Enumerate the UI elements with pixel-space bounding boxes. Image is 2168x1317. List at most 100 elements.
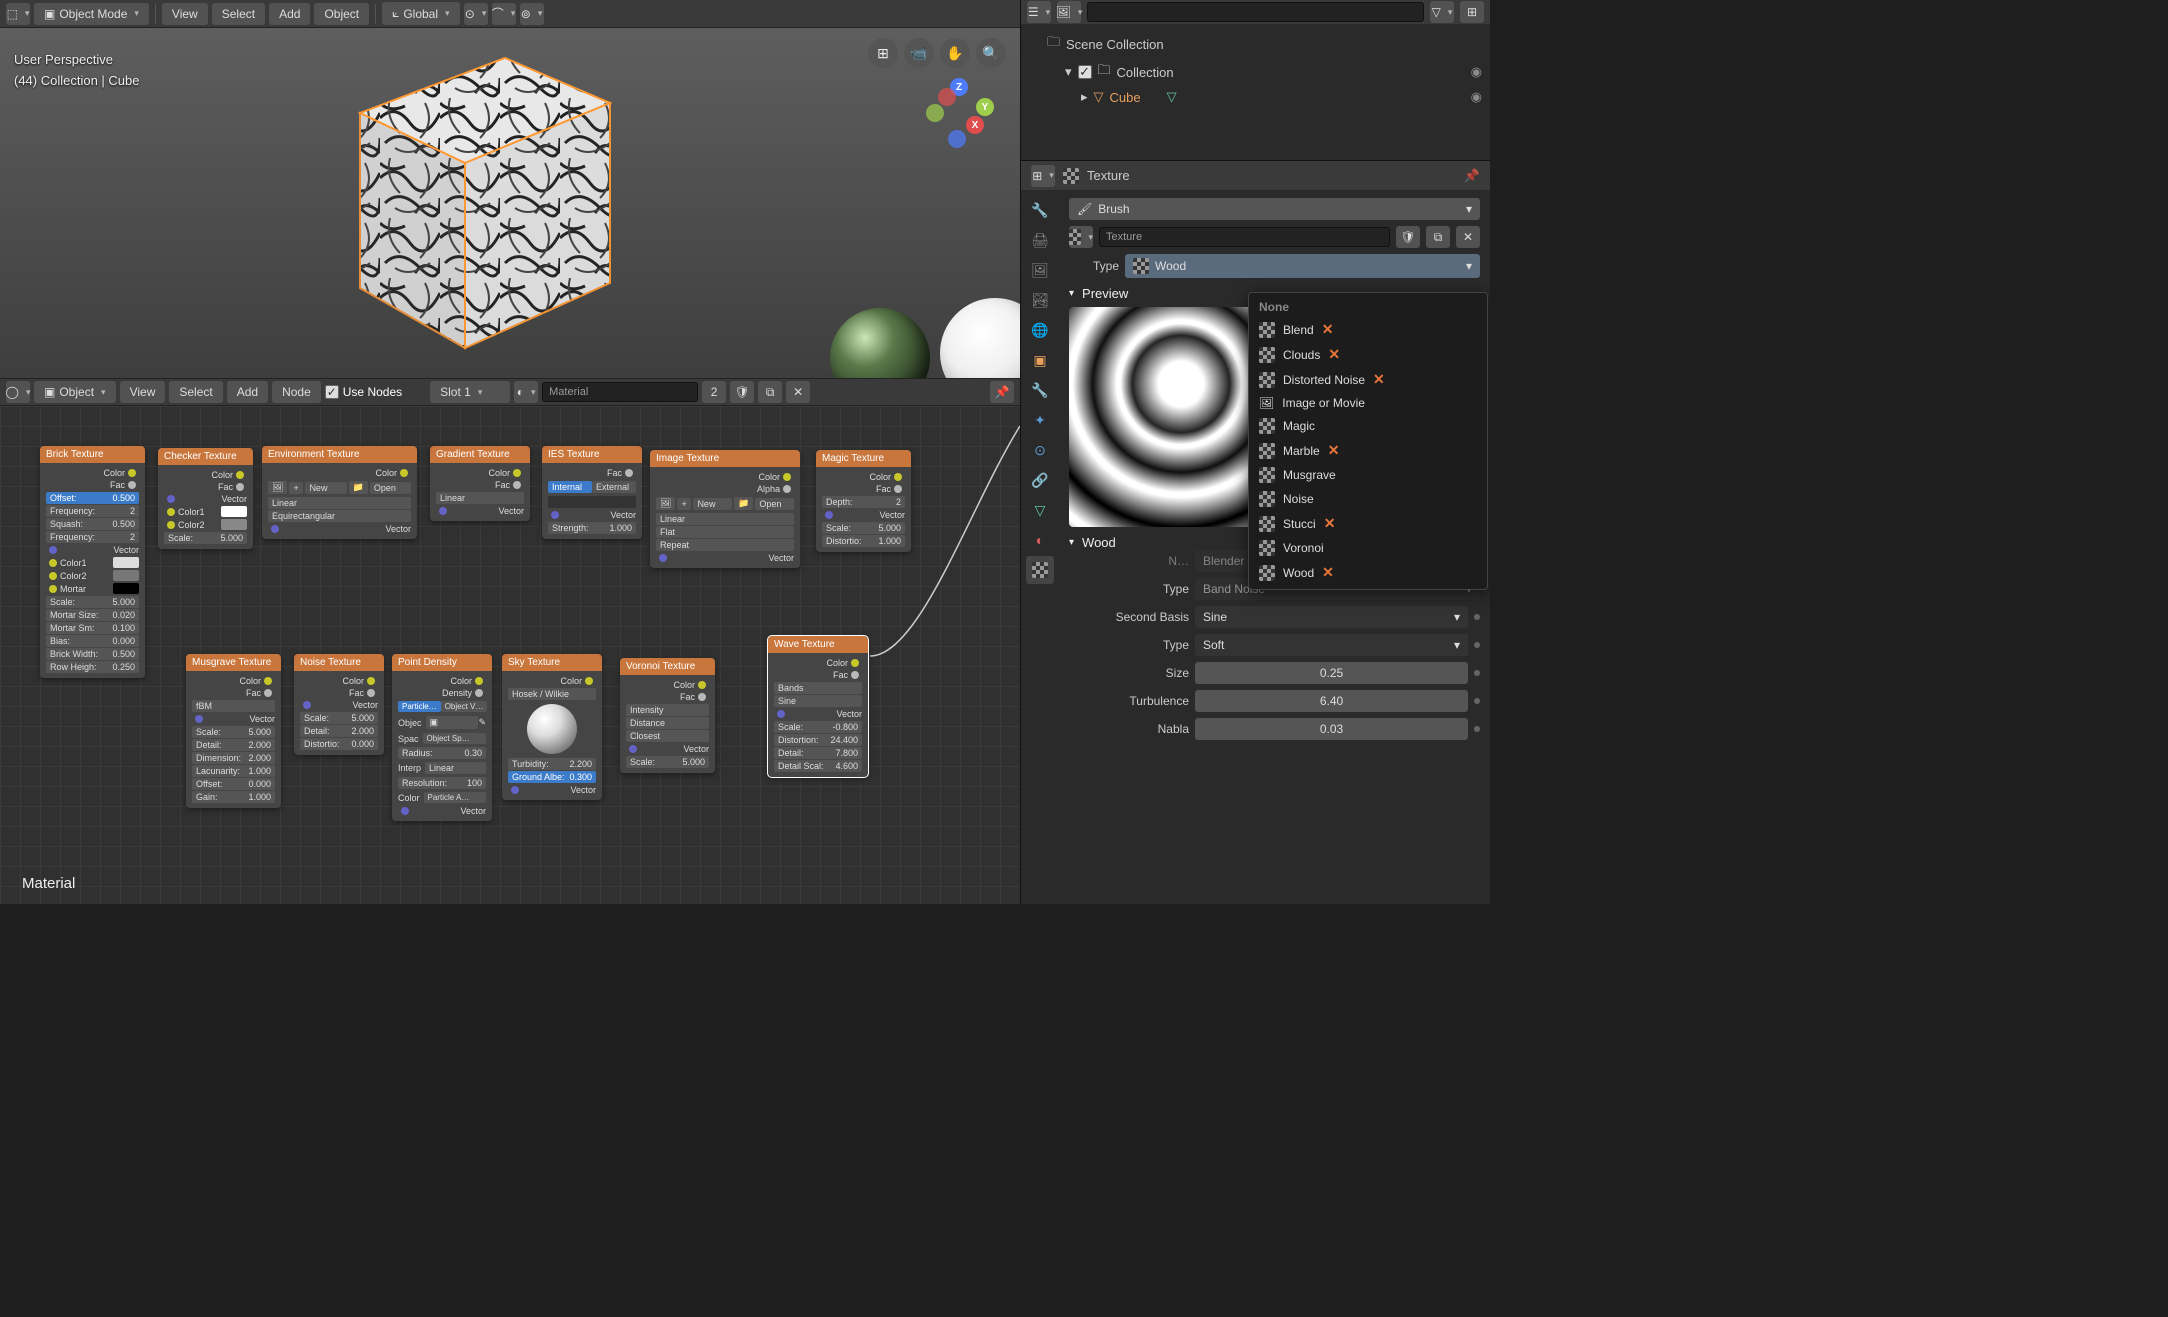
menu-object[interactable]: Object [314,3,369,25]
menu-musgrave[interactable]: Musgrave [1249,463,1487,487]
node-musgrave-texture[interactable]: Musgrave Texture Color Fac fBM Vector Sc… [186,654,281,808]
pan-icon[interactable]: ✋ [940,38,970,68]
menu-wood[interactable]: Wood✕ [1249,560,1487,585]
menu-blend[interactable]: Blend✕ [1249,317,1487,342]
second-basis-select[interactable]: Sine▾ [1195,606,1468,628]
turbulence-input[interactable]: 6.40 [1195,690,1468,712]
tab-physics[interactable]: ⊙ [1026,436,1054,464]
viewport-3d[interactable]: User Perspective (44) Collection | Cube … [0,28,1020,378]
editor-type-menu[interactable]: ◯ [6,381,30,403]
menu-clouds[interactable]: Clouds✕ [1249,342,1487,367]
camera-icon[interactable]: 📹 [904,38,934,68]
neg-y-axis[interactable] [926,104,944,122]
material-name-input[interactable] [542,382,698,402]
tree-scene-collection[interactable]: 🗀 Scene Collection [1029,30,1482,58]
menu-voronoi[interactable]: Voronoi [1249,536,1487,560]
output-socket[interactable] [128,481,136,489]
chevron-right-icon[interactable]: ▸ [1081,89,1088,105]
node-noise-texture[interactable]: Noise Texture Color Fac Vector Scale:5.0… [294,654,384,755]
node-mode[interactable]: ▣ Object [34,381,116,403]
display-mode[interactable]: 🖼 [1057,1,1081,23]
axis-gizmo[interactable]: Z Y X [924,78,994,148]
menu-node[interactable]: Node [272,381,321,403]
neg-z-axis[interactable] [948,130,966,148]
duplicate-icon[interactable]: ⧉ [1426,226,1450,248]
output-socket[interactable] [128,469,136,477]
chevron-down-icon[interactable]: ▾ [1065,64,1072,80]
type-select[interactable]: Wood ▾ [1125,254,1480,278]
node-magic-texture[interactable]: Magic Texture Color Fac Depth:2 Vector S… [816,450,911,552]
node-environment-texture[interactable]: Environment Texture Color 🖼+New📁Open Lin… [262,446,417,539]
menu-distorted-noise[interactable]: Distorted Noise✕ [1249,367,1487,392]
use-nodes-checkbox[interactable]: ✓ [325,385,339,399]
shield-icon[interactable]: 🛡 [1396,226,1420,248]
tab-world[interactable]: 🌐 [1026,316,1054,344]
editor-type[interactable]: ⊞ [1031,165,1055,187]
zoom-icon[interactable]: 🔍 [976,38,1006,68]
node-wave-texture[interactable]: Wave Texture Color Fac Bands Sine Vector… [768,636,868,777]
node-voronoi-texture[interactable]: Voronoi Texture Color Fac Intensity Dist… [620,658,715,773]
tab-constraints[interactable]: 🔗 [1026,466,1054,494]
menu-none[interactable]: None [1249,297,1487,317]
pin-icon[interactable]: 📌 [1464,168,1480,184]
menu-magic[interactable]: Magic [1249,414,1487,438]
collection-checkbox[interactable]: ✓ [1078,65,1092,79]
x-axis[interactable]: X [966,116,984,134]
menu-select[interactable]: Select [212,3,265,25]
slot-select[interactable]: Slot 1 [430,381,510,403]
node-brick-texture[interactable]: Brick Texture Color Fac Offset:0.500 Fre… [40,446,145,678]
unlink-icon[interactable]: ✕ [786,381,810,403]
node-image-texture[interactable]: Image Texture Color Alpha 🖼+New📁Open Lin… [650,450,800,568]
tree-cube[interactable]: ▸ ▽ Cube ▽ ◉ [1029,86,1482,108]
texture-browser[interactable] [1069,226,1093,248]
menu-view[interactable]: View [120,381,166,403]
pin-icon[interactable]: 📌 [990,381,1014,403]
sky-preview-sphere[interactable] [527,704,577,754]
tab-render[interactable]: 🔧 [1026,196,1054,224]
tab-scene[interactable]: 🏞 [1026,286,1054,314]
menu-add[interactable]: Add [269,3,310,25]
cube-object[interactable] [320,38,630,358]
input-socket[interactable] [49,559,57,567]
editor-type-menu[interactable]: ⬚ [6,3,30,25]
orientation-select[interactable]: ⟀ Global [382,2,459,25]
node-sky-texture[interactable]: Sky Texture Color Hosek / Wilkie Turbidi… [502,654,602,800]
input-socket[interactable] [49,546,57,554]
basis-type-select[interactable]: Soft▾ [1195,634,1468,656]
texture-name-input[interactable] [1099,227,1390,247]
input-socket[interactable] [49,585,57,593]
camera-view-icon[interactable]: ⊞ [868,38,898,68]
menu-view[interactable]: View [162,3,208,25]
tab-texture[interactable] [1026,556,1054,584]
tab-data[interactable]: ▽ [1026,496,1054,524]
snap-toggle[interactable]: ⌒ [492,3,516,25]
tab-modifier[interactable]: 🔧 [1026,376,1054,404]
input-socket[interactable] [49,572,57,580]
material-browser[interactable]: ◐ [514,381,538,403]
node-checker-texture[interactable]: Checker Texture Color Fac Vector Color1 … [158,448,253,549]
brush-field[interactable]: 🖌 Brush ▾ [1069,198,1480,220]
proportional-edit[interactable]: ⊚ [520,3,544,25]
shield-icon[interactable]: 🛡 [730,381,754,403]
tab-particles[interactable]: ✦ [1026,406,1054,434]
y-axis[interactable]: Y [976,98,994,116]
visibility-icon[interactable]: ◉ [1471,64,1482,80]
menu-add[interactable]: Add [227,381,268,403]
duplicate-icon[interactable]: ⧉ [758,381,782,403]
node-ies-texture[interactable]: IES Texture Fac InternalExternal Vector … [542,446,642,539]
tab-object[interactable]: ▣ [1026,346,1054,374]
menu-marble[interactable]: Marble✕ [1249,438,1487,463]
mode-select[interactable]: ▣ Object Mode [34,3,149,25]
new-collection-icon[interactable]: ⊞ [1460,1,1484,23]
filter-icon[interactable]: ▽ [1430,1,1454,23]
pivot-point[interactable]: ⊙ [464,3,488,25]
user-count[interactable]: 2 [702,381,726,403]
nabla-input[interactable]: 0.03 [1195,718,1468,740]
node-gradient-texture[interactable]: Gradient Texture Color Fac Linear Vector [430,446,530,521]
outliner-mode[interactable]: ☰ [1027,1,1051,23]
menu-noise[interactable]: Noise [1249,487,1487,511]
tab-viewlayer[interactable]: 🖼 [1026,256,1054,284]
menu-image[interactable]: 🖼Image or Movie [1249,392,1487,414]
tab-material[interactable]: ◐ [1026,526,1054,554]
node-point-density[interactable]: Point Density Color Density Particle…Obj… [392,654,492,821]
